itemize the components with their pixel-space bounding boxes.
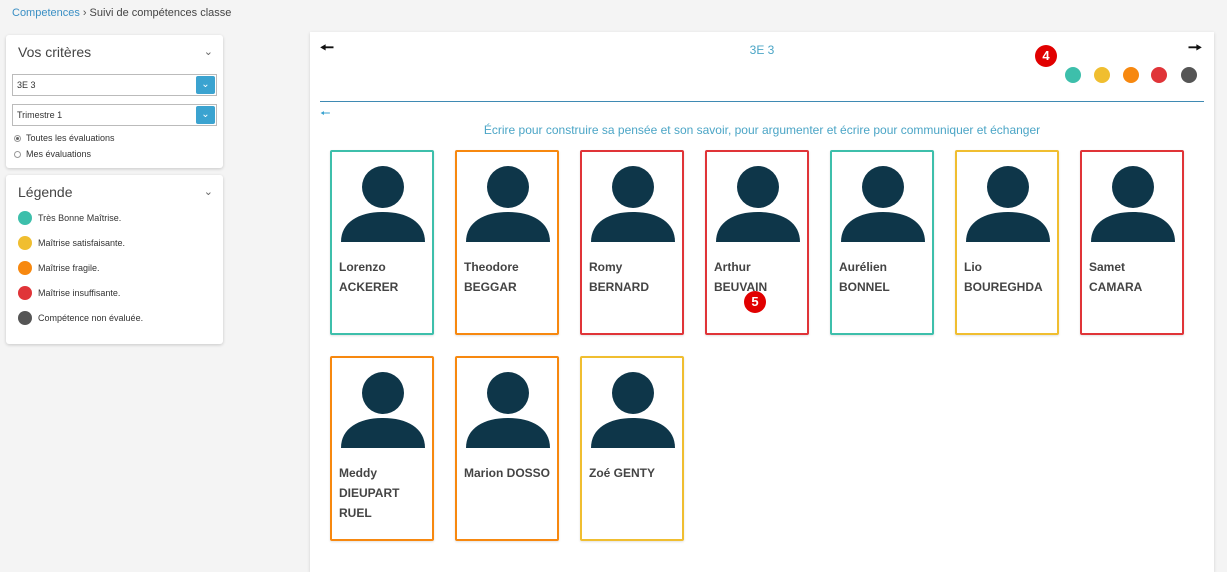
student-name-line2: ACKERER [339,280,399,294]
student-name-line2: BOUREGHDA [964,280,1043,294]
student-name-line2: BEGGAR [464,280,517,294]
legend-label: Compétence non évaluée. [38,313,144,323]
legend-item: Maîtrise fragile. [18,261,100,275]
chevron-down-icon[interactable]: ⌄ [204,185,213,198]
avatar-icon [716,166,800,249]
filter-dot-green[interactable] [1065,67,1081,83]
class-select-value: 3E 3 [17,80,36,90]
student-card[interactable]: Romy BERNARD [580,150,684,335]
radio-label: Toutes les évaluations [26,133,115,143]
filter-dot-grey[interactable] [1181,67,1197,83]
student-name: Zoé GENTY [589,463,678,483]
status-dot-icon [18,236,32,250]
legend-panel: Légende ⌄ Très Bonne Maîtrise. Maîtrise … [6,175,223,344]
student-name: Lorenzo ACKERER [339,257,428,297]
student-name-line2: BONNEL [839,280,890,294]
student-name-line2: CAMARA [1089,280,1143,294]
legend-panel-title: Légende [18,184,73,200]
student-name: Meddy DIEUPART RUEL [339,463,428,523]
student-name-line1: Lio [964,260,982,274]
student-name: Lio BOUREGHDA [964,257,1053,297]
student-name-line1: Lorenzo [339,260,386,274]
avatar-icon [341,166,425,249]
avatar-icon [841,166,925,249]
legend-item: Très Bonne Maîtrise. [18,211,121,225]
student-card[interactable]: Theodore BEGGAR [455,150,559,335]
student-name: Aurélien BONNEL [839,257,928,297]
criteria-panel: Vos critères ⌄ 3E 3 ⌄ Trimestre 1 ⌄ Tout… [6,35,223,168]
student-name-line1: Zoé GENTY [589,466,656,480]
student-name: Marion DOSSO [464,463,553,483]
student-name-line1: Samet [1089,260,1126,274]
student-name: Theodore BEGGAR [464,257,553,297]
breadcrumb-separator-icon: › [82,7,87,19]
student-card[interactable]: Zoé GENTY [580,356,684,541]
back-arrow-icon[interactable]: 🠔 [320,104,331,125]
legend-label: Maîtrise fragile. [38,263,100,273]
legend-label: Très Bonne Maîtrise. [38,213,122,223]
page-title: 3E 3 [749,43,775,57]
breadcrumb-link-competences[interactable]: Competences [12,7,80,19]
student-name-line1: Marion DOSSO [464,466,551,480]
student-name-line2: BERNARD [589,280,649,294]
competence-title: Écrire pour construire sa pensée et son … [483,123,1041,137]
student-name-line1: Meddy [339,466,378,480]
criteria-panel-title: Vos critères [18,44,92,60]
filter-dot-red[interactable] [1151,67,1167,83]
avatar-icon [591,372,675,455]
legend-item: Maîtrise insuffisante. [18,286,120,300]
chevron-down-icon[interactable]: ⌄ [196,76,215,94]
divider [320,101,1204,102]
avatar-icon [466,372,550,455]
student-name: Samet CAMARA [1089,257,1178,297]
avatar-icon [591,166,675,249]
student-card[interactable]: Marion DOSSO [455,356,559,541]
legend-label: Maîtrise insuffisante. [38,288,121,298]
avatar-icon [341,372,425,455]
period-select-value: Trimestre 1 [17,110,63,120]
student-card[interactable]: Arthur BEUVAIN 5 [705,150,809,335]
avatar-icon [466,166,550,249]
student-card[interactable]: Lorenzo ACKERER [330,150,434,335]
filter-dot-yellow[interactable] [1094,67,1110,83]
status-dot-icon [18,286,32,300]
period-select[interactable]: Trimestre 1 ⌄ [12,104,217,126]
step-badge: 4 [1035,45,1057,67]
avatar-icon [966,166,1050,249]
breadcrumb: Competences › Suivi de compétences classe [12,7,231,19]
radio-label: Mes évaluations [26,149,92,159]
radio-all-evaluations[interactable]: Toutes les évaluations [14,133,115,143]
legend-item: Maîtrise satisfaisante. [18,236,125,250]
chevron-down-icon[interactable]: ⌄ [196,106,215,124]
class-select[interactable]: 3E 3 ⌄ [12,74,217,96]
status-dot-icon [18,211,32,225]
student-name-line2: DIEUPART RUEL [339,486,400,520]
legend-label: Maîtrise satisfaisante. [38,238,126,248]
arrow-right-icon[interactable]: 🠖 [1188,37,1202,64]
legend-item: Compétence non évaluée. [18,311,143,325]
status-dot-icon [18,261,32,275]
main-panel: 🠔 3E 3 🠖 4 🠔 Écrire pour construire sa p… [310,32,1214,572]
student-name-line1: Romy [589,260,623,274]
breadcrumb-current: Suivi de compétences classe [89,7,232,19]
radio-button[interactable] [14,134,21,142]
student-card[interactable]: Lio BOUREGHDA [955,150,1059,335]
student-name: Romy BERNARD [589,257,678,297]
student-name-line1: Theodore [464,260,519,274]
student-card[interactable]: Samet CAMARA [1080,150,1184,335]
chevron-down-icon[interactable]: ⌄ [204,45,213,58]
student-card[interactable]: Aurélien BONNEL [830,150,934,335]
status-dot-icon [18,311,32,325]
radio-my-evaluations[interactable]: Mes évaluations [14,149,91,159]
student-card[interactable]: Meddy DIEUPART RUEL [330,356,434,541]
radio-button[interactable] [14,150,21,158]
student-name-line1: Aurélien [839,260,888,274]
avatar-icon [1091,166,1175,249]
filter-dot-orange[interactable] [1123,67,1139,83]
step-badge: 5 [744,291,766,313]
